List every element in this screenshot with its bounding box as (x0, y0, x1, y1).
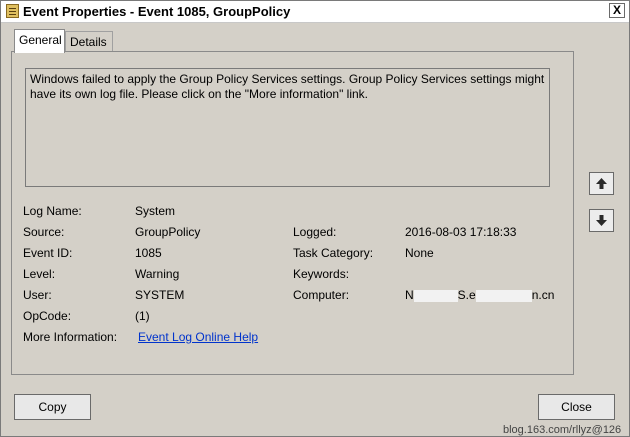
previous-event-button[interactable] (589, 172, 614, 195)
watermark: blog.163.com/rllyz@126 (503, 424, 622, 436)
user-label: User: (23, 288, 52, 302)
event-viewer-icon (6, 4, 19, 18)
tab-details[interactable]: Details (65, 31, 113, 52)
copy-button[interactable]: Copy (14, 394, 91, 420)
source-value[interactable]: GroupPolicy (135, 225, 200, 239)
opcode-label: OpCode: (23, 309, 72, 323)
level-value[interactable]: Warning (135, 267, 179, 281)
event-id-value[interactable]: 1085 (135, 246, 162, 260)
opcode-value[interactable]: (1) (135, 309, 150, 323)
computer-value-middle: S.e (457, 288, 476, 302)
title-bar[interactable]: Event Properties - Event 1085, GroupPoli… (1, 1, 629, 23)
computer-value[interactable]: N S.e n.cn (405, 288, 554, 302)
event-id-label: Event ID: (23, 246, 73, 260)
tab-general-label: General (19, 33, 62, 47)
tab-general[interactable]: General (14, 29, 65, 53)
copy-button-label: Copy (38, 400, 67, 414)
log-name-value[interactable]: System (135, 204, 175, 218)
computer-value-start: N (405, 288, 414, 302)
redacted-block (413, 289, 458, 302)
event-properties-window: Event Properties - Event 1085, GroupPoli… (0, 0, 630, 437)
close-icon: X (612, 3, 621, 17)
logged-label: Logged: (293, 225, 337, 239)
arrow-down-icon (596, 215, 607, 226)
computer-label: Computer: (293, 288, 350, 302)
event-log-online-help-link[interactable]: Event Log Online Help (138, 330, 258, 344)
tab-details-label: Details (70, 35, 107, 49)
close-window-button[interactable]: X (609, 3, 625, 18)
level-label: Level: (23, 267, 56, 281)
event-description-text: Windows failed to apply the Group Policy… (30, 72, 545, 101)
log-name-label: Log Name: (23, 204, 82, 218)
event-description[interactable]: Windows failed to apply the Group Policy… (25, 68, 550, 187)
close-button-label: Close (561, 400, 592, 414)
computer-value-end: n.cn (531, 288, 555, 302)
task-category-value[interactable]: None (405, 246, 434, 260)
user-value[interactable]: SYSTEM (135, 288, 184, 302)
close-button[interactable]: Close (538, 394, 615, 420)
next-event-button[interactable] (589, 209, 614, 232)
source-label: Source: (23, 225, 65, 239)
window-title: Event Properties - Event 1085, GroupPoli… (23, 4, 291, 19)
arrow-up-icon (596, 178, 607, 189)
keywords-label: Keywords: (293, 267, 350, 281)
logged-value[interactable]: 2016-08-03 17:18:33 (405, 225, 516, 239)
redacted-block (475, 289, 532, 302)
more-information-label: More Information: (23, 330, 118, 344)
task-category-label: Task Category: (293, 246, 374, 260)
